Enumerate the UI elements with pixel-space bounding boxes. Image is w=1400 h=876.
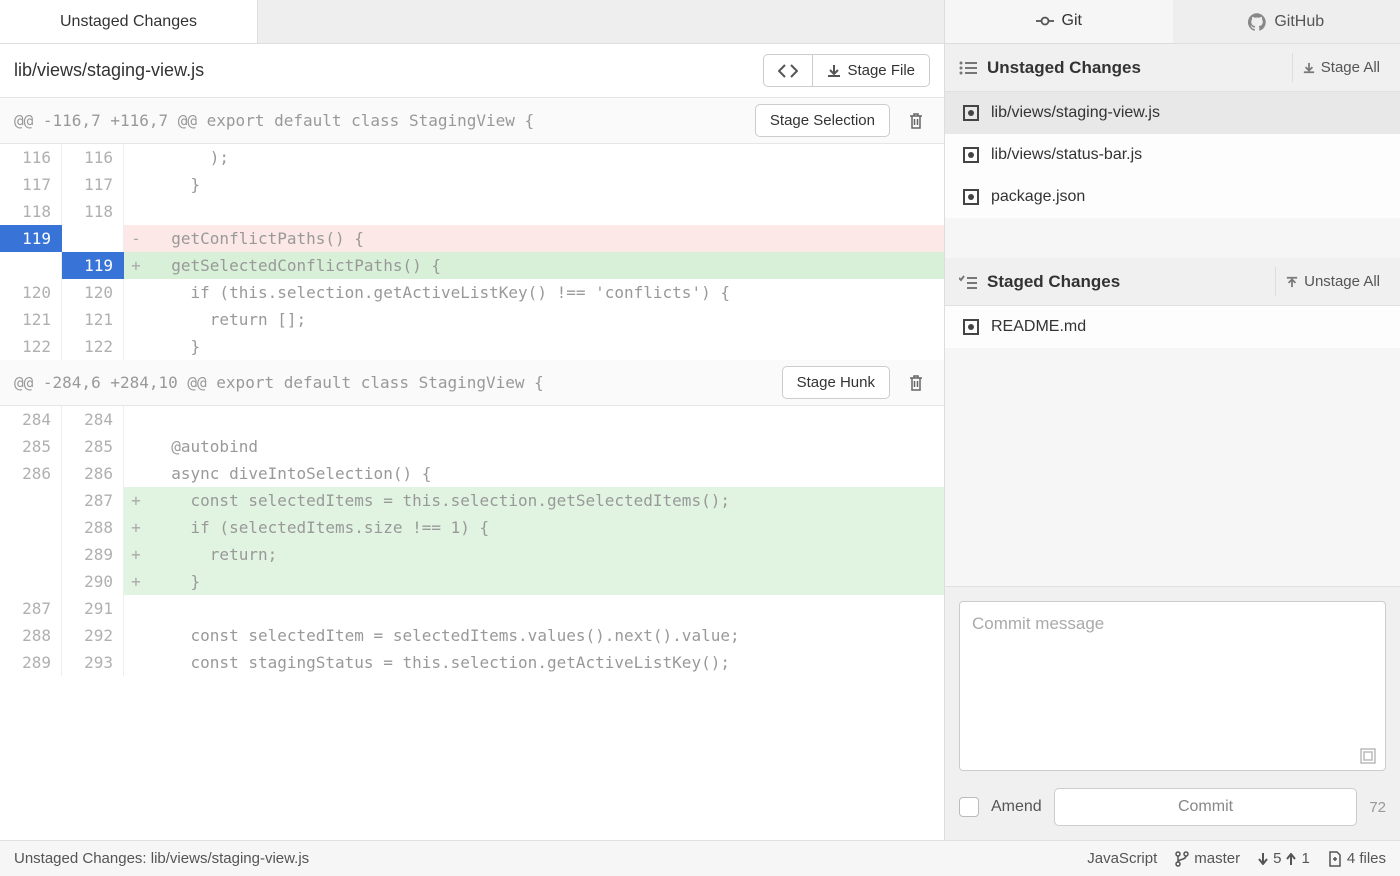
- unstage-all-button[interactable]: Unstage All: [1275, 267, 1390, 296]
- behind-count: 5: [1273, 850, 1281, 867]
- diff-line[interactable]: 290+ }: [0, 568, 944, 595]
- diff-line[interactable]: 289+ return;: [0, 541, 944, 568]
- tab-git-label: Git: [1062, 12, 1082, 30]
- diff-line[interactable]: 122122 }: [0, 333, 944, 360]
- file-item[interactable]: README.md: [945, 306, 1400, 348]
- git-panel: Git GitHub Unstaged Changes: [945, 0, 1400, 840]
- unstaged-title: Unstaged Changes: [987, 58, 1141, 78]
- diff-line[interactable]: 287+ const selectedItems = this.selectio…: [0, 487, 944, 514]
- diff-line[interactable]: 289293 const stagingStatus = this.select…: [0, 649, 944, 676]
- hunk-header: @@ -284,6 +284,10 @@ export default clas…: [0, 360, 944, 406]
- amend-checkbox[interactable]: [959, 797, 979, 817]
- branch-icon: [1175, 851, 1189, 867]
- diff-line[interactable]: 284284: [0, 406, 944, 433]
- list-icon: [959, 61, 977, 75]
- discard-hunk-button[interactable]: [898, 365, 934, 401]
- diff-line[interactable]: 116116 );: [0, 144, 944, 171]
- status-branch[interactable]: master: [1175, 850, 1240, 867]
- download-icon: [1303, 62, 1315, 74]
- checklist-icon: [959, 275, 977, 289]
- diff-line[interactable]: 285285 @autobind: [0, 433, 944, 460]
- diff-body[interactable]: 284284 285285 @autobind286286 async dive…: [0, 406, 944, 676]
- unstaged-section: Unstaged Changes Stage All lib/views/sta…: [945, 44, 1400, 218]
- left-tab-row: Unstaged Changes: [0, 0, 944, 44]
- stage-all-button[interactable]: Stage All: [1292, 53, 1390, 82]
- diff-pane: Unstaged Changes lib/views/staging-view.…: [0, 0, 945, 840]
- discard-hunk-button[interactable]: [898, 103, 934, 139]
- diff-line[interactable]: 288292 const selectedItem = selectedItem…: [0, 622, 944, 649]
- status-left-text: Unstaged Changes: lib/views/staging-view…: [14, 850, 1087, 867]
- modified-icon: [963, 189, 979, 205]
- arrow-up-icon: [1286, 853, 1296, 865]
- stage-all-label: Stage All: [1321, 59, 1380, 76]
- commit-area: Amend Commit 72: [945, 586, 1400, 840]
- diff-line[interactable]: 120120 if (this.selection.getActiveListK…: [0, 279, 944, 306]
- trash-icon: [908, 112, 924, 130]
- trash-icon: [908, 374, 924, 392]
- staged-file-list: README.md: [945, 306, 1400, 348]
- unstage-all-label: Unstage All: [1304, 273, 1380, 290]
- modified-icon: [963, 147, 979, 163]
- tab-github[interactable]: GitHub: [1173, 0, 1400, 43]
- branch-name: master: [1194, 850, 1240, 867]
- stage-file-label: Stage File: [847, 62, 915, 79]
- github-icon: [1248, 13, 1266, 31]
- modified-icon: [963, 105, 979, 121]
- file-item-label: lib/views/staging-view.js: [991, 104, 1160, 122]
- file-header: lib/views/staging-view.js Stage File: [0, 44, 944, 98]
- tab-github-label: GitHub: [1274, 13, 1324, 31]
- right-tab-row: Git GitHub: [945, 0, 1400, 44]
- file-item-label: package.json: [991, 188, 1085, 206]
- modified-icon: [963, 319, 979, 335]
- status-bar: Unstaged Changes: lib/views/staging-view…: [0, 840, 1400, 876]
- hunk-header-text: @@ -116,7 +116,7 @@ export default class…: [0, 111, 755, 130]
- diff-line[interactable]: 119+ getSelectedConflictPaths() {: [0, 252, 944, 279]
- tab-unstaged-changes[interactable]: Unstaged Changes: [0, 0, 258, 43]
- diff-line[interactable]: 121121 return [];: [0, 306, 944, 333]
- file-item-label: README.md: [991, 318, 1086, 336]
- stage-file-button[interactable]: Stage File: [812, 54, 930, 87]
- hunk-header: @@ -116,7 +116,7 @@ export default class…: [0, 98, 944, 144]
- diff-body[interactable]: 116116 );117117 }118118 119- getConflict…: [0, 144, 944, 360]
- commit-message-input[interactable]: [959, 601, 1386, 771]
- file-item[interactable]: package.json: [945, 176, 1400, 218]
- diff-line[interactable]: 288+ if (selectedItems.size !== 1) {: [0, 514, 944, 541]
- commit-button[interactable]: Commit: [1054, 788, 1358, 826]
- files-count: 4 files: [1347, 850, 1386, 867]
- file-item-label: lib/views/status-bar.js: [991, 146, 1142, 164]
- diff-line[interactable]: 118118: [0, 198, 944, 225]
- diff-line[interactable]: 117117 }: [0, 171, 944, 198]
- status-sync[interactable]: 5 1: [1258, 850, 1310, 867]
- expand-icon[interactable]: [1360, 748, 1376, 764]
- file-item[interactable]: lib/views/status-bar.js: [945, 134, 1400, 176]
- toggle-diff-view-button[interactable]: [763, 54, 812, 87]
- amend-label: Amend: [991, 798, 1042, 816]
- hunks-container: @@ -116,7 +116,7 @@ export default class…: [0, 98, 944, 676]
- diff-line[interactable]: 287291: [0, 595, 944, 622]
- tab-git[interactable]: Git: [945, 0, 1173, 43]
- stage-hunk-button[interactable]: Stage Hunk: [782, 366, 890, 399]
- file-item[interactable]: lib/views/staging-view.js: [945, 92, 1400, 134]
- status-files[interactable]: 4 files: [1328, 850, 1386, 867]
- code-icon: [778, 64, 798, 78]
- diff-line[interactable]: 286286 async diveIntoSelection() {: [0, 460, 944, 487]
- stage-hunk-button[interactable]: Stage Selection: [755, 104, 890, 137]
- ahead-count: 1: [1301, 850, 1309, 867]
- diff-file-icon: [1328, 851, 1342, 867]
- char-count: 72: [1369, 799, 1386, 816]
- download-icon: [827, 64, 841, 78]
- arrow-down-icon: [1258, 853, 1268, 865]
- unstaged-file-list: lib/views/staging-view.js lib/views/statu…: [945, 92, 1400, 218]
- staged-title: Staged Changes: [987, 272, 1120, 292]
- hunk-header-text: @@ -284,6 +284,10 @@ export default clas…: [0, 373, 782, 392]
- staged-section: Staged Changes Unstage All README.md: [945, 258, 1400, 348]
- diff-line[interactable]: 119- getConflictPaths() {: [0, 225, 944, 252]
- git-commit-icon: [1036, 15, 1054, 27]
- upload-icon: [1286, 276, 1298, 288]
- status-language[interactable]: JavaScript: [1087, 850, 1157, 867]
- file-path: lib/views/staging-view.js: [14, 60, 763, 81]
